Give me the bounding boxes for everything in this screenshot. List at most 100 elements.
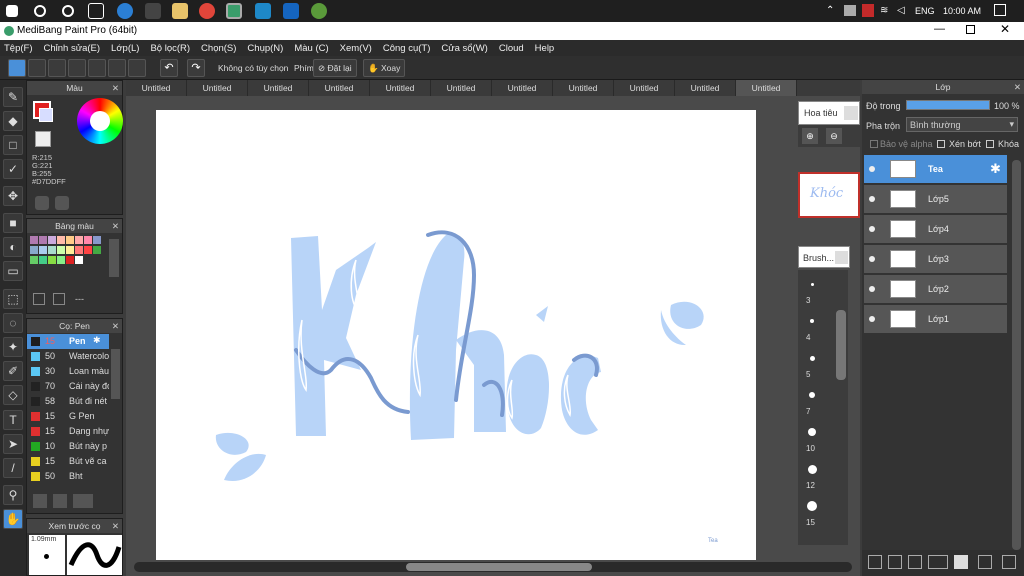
- palette-swatch[interactable]: [39, 236, 47, 244]
- menu-item[interactable]: Bộ lọc(R): [150, 43, 190, 54]
- store-icon[interactable]: [145, 3, 161, 19]
- add-brush-icon[interactable]: [33, 494, 47, 508]
- document-icon[interactable]: [88, 59, 106, 77]
- layer-row[interactable]: Lớp1: [864, 305, 1007, 334]
- brush-scrollbar[interactable]: [111, 349, 120, 399]
- chevron-up-icon[interactable]: ⌃: [826, 5, 834, 16]
- divide-tool-icon[interactable]: /: [3, 458, 23, 478]
- battery-icon[interactable]: [844, 5, 856, 16]
- zoom-out-icon[interactable]: ⊖: [826, 128, 842, 144]
- palette-swatch[interactable]: [30, 256, 38, 264]
- magic-wand-icon[interactable]: ✦: [3, 337, 23, 357]
- brush-item[interactable]: 58Bút đi nét: [27, 394, 109, 409]
- brush-item[interactable]: 15Dạng nhựa: [27, 424, 109, 439]
- navigator-close-icon[interactable]: [844, 106, 858, 120]
- layer-row[interactable]: Lớp3: [864, 245, 1007, 274]
- tab-untitled[interactable]: Untitled: [187, 80, 248, 96]
- brush-size-item[interactable]: 5: [798, 344, 834, 380]
- palette-swatch[interactable]: [75, 256, 83, 264]
- palette-swatch[interactable]: [39, 256, 47, 264]
- brush-item[interactable]: 15G Pen: [27, 409, 109, 424]
- select-eraser-icon[interactable]: ◇: [3, 385, 23, 405]
- opacity-slider[interactable]: [906, 100, 990, 110]
- fill-rect-tool-icon[interactable]: ■: [3, 213, 23, 233]
- palette-swatch[interactable]: [48, 256, 56, 264]
- tab-untitled[interactable]: Untitled: [248, 80, 309, 96]
- explorer-icon[interactable]: [172, 3, 188, 19]
- palette-swatch[interactable]: [66, 256, 74, 264]
- palette-swatch[interactable]: [30, 236, 38, 244]
- rectangle-tool-icon[interactable]: □: [3, 135, 23, 155]
- brush-size-item[interactable]: 15: [798, 492, 834, 528]
- palette-swatch[interactable]: [93, 236, 101, 244]
- rotate-button[interactable]: ✋ Xoay: [363, 59, 405, 77]
- navigator-thumbnail[interactable]: Khóc: [798, 172, 860, 218]
- palette-swatch[interactable]: [57, 256, 65, 264]
- palette-swatch[interactable]: [75, 246, 83, 254]
- export-icon[interactable]: [28, 59, 46, 77]
- brush-item[interactable]: 50Watercolor: [27, 349, 109, 364]
- gear-icon[interactable]: ✱: [990, 161, 1001, 177]
- layer-row[interactable]: Lớp4: [864, 215, 1007, 244]
- eye-icon[interactable]: [869, 286, 875, 292]
- clipping-checkbox[interactable]: [937, 140, 945, 148]
- palette-scrollbar[interactable]: [109, 239, 119, 277]
- palette-swatch[interactable]: [57, 236, 65, 244]
- menu-item[interactable]: Chỉnh sửa(E): [44, 43, 101, 54]
- cloud-icon[interactable]: [8, 59, 26, 77]
- tab-untitled[interactable]: Untitled: [614, 80, 675, 96]
- gear-icon[interactable]: ✱: [93, 335, 101, 346]
- add-swatch-icon[interactable]: [33, 293, 45, 305]
- transparent-swatch[interactable]: [35, 131, 51, 147]
- background-color-swatch[interactable]: [39, 108, 53, 122]
- chrome-icon[interactable]: [199, 3, 215, 19]
- pen-tool-icon[interactable]: ✓: [3, 159, 23, 179]
- tab-untitled[interactable]: Untitled: [431, 80, 492, 96]
- panel-close-icon[interactable]: ✕: [112, 519, 119, 533]
- windows-start-icon[interactable]: [6, 5, 18, 17]
- brush-size-item[interactable]: 3: [798, 270, 834, 306]
- layer-scrollbar[interactable]: [1012, 160, 1021, 550]
- eye-icon[interactable]: [869, 196, 875, 202]
- tab-untitled[interactable]: Untitled: [553, 80, 614, 96]
- select-pen-icon[interactable]: ✐: [3, 361, 23, 381]
- brush-size-item[interactable]: 12: [798, 455, 834, 491]
- brush-size-scrollbar[interactable]: [836, 310, 846, 380]
- eyedropper-icon[interactable]: ⚲: [3, 485, 23, 505]
- notification-icon[interactable]: [994, 4, 1006, 16]
- horizontal-scrollbar[interactable]: [134, 562, 852, 572]
- horizontal-scroll-thumb[interactable]: [406, 563, 592, 571]
- palette-swatch[interactable]: [66, 236, 74, 244]
- color-wheel[interactable]: [77, 98, 123, 144]
- layout-icon[interactable]: [128, 59, 146, 77]
- new-8bit-layer-icon[interactable]: [908, 555, 922, 569]
- menu-item[interactable]: Cloud: [499, 43, 524, 54]
- drawing-canvas[interactable]: Tea: [156, 110, 756, 560]
- palette-swatch[interactable]: [93, 246, 101, 254]
- messenger-icon[interactable]: [283, 3, 299, 19]
- brush-size-item[interactable]: 7: [798, 381, 834, 417]
- palette-swatch[interactable]: [48, 236, 56, 244]
- app-icon[interactable]: [311, 3, 327, 19]
- delete-swatch-icon[interactable]: [53, 293, 65, 305]
- undo-icon[interactable]: ↶: [160, 59, 178, 77]
- brush-size-item[interactable]: 10: [798, 418, 834, 454]
- tab-untitled[interactable]: Untitled: [736, 80, 797, 96]
- menu-item[interactable]: Màu (C): [294, 43, 328, 54]
- duplicate-brush-icon[interactable]: [53, 494, 67, 508]
- panel-close-icon[interactable]: ✕: [1014, 80, 1021, 94]
- palette-swatch[interactable]: [39, 246, 47, 254]
- search-icon[interactable]: [34, 5, 46, 17]
- comment-icon[interactable]: [48, 59, 66, 77]
- volume-icon[interactable]: ◁: [897, 5, 905, 16]
- layer-row[interactable]: Tea✱: [864, 155, 1007, 184]
- brush-size-close-icon[interactable]: [835, 251, 848, 264]
- gradient-tool-icon[interactable]: ▭: [3, 261, 23, 281]
- close-icon[interactable]: ✕: [1000, 22, 1010, 36]
- folder-icon[interactable]: [954, 555, 968, 569]
- lock-checkbox[interactable]: [986, 140, 994, 148]
- menu-item[interactable]: Help: [535, 43, 555, 54]
- tab-untitled[interactable]: Untitled: [126, 80, 187, 96]
- blend-mode-select[interactable]: Bình thường ▾: [906, 117, 1018, 132]
- tab-untitled[interactable]: Untitled: [492, 80, 553, 96]
